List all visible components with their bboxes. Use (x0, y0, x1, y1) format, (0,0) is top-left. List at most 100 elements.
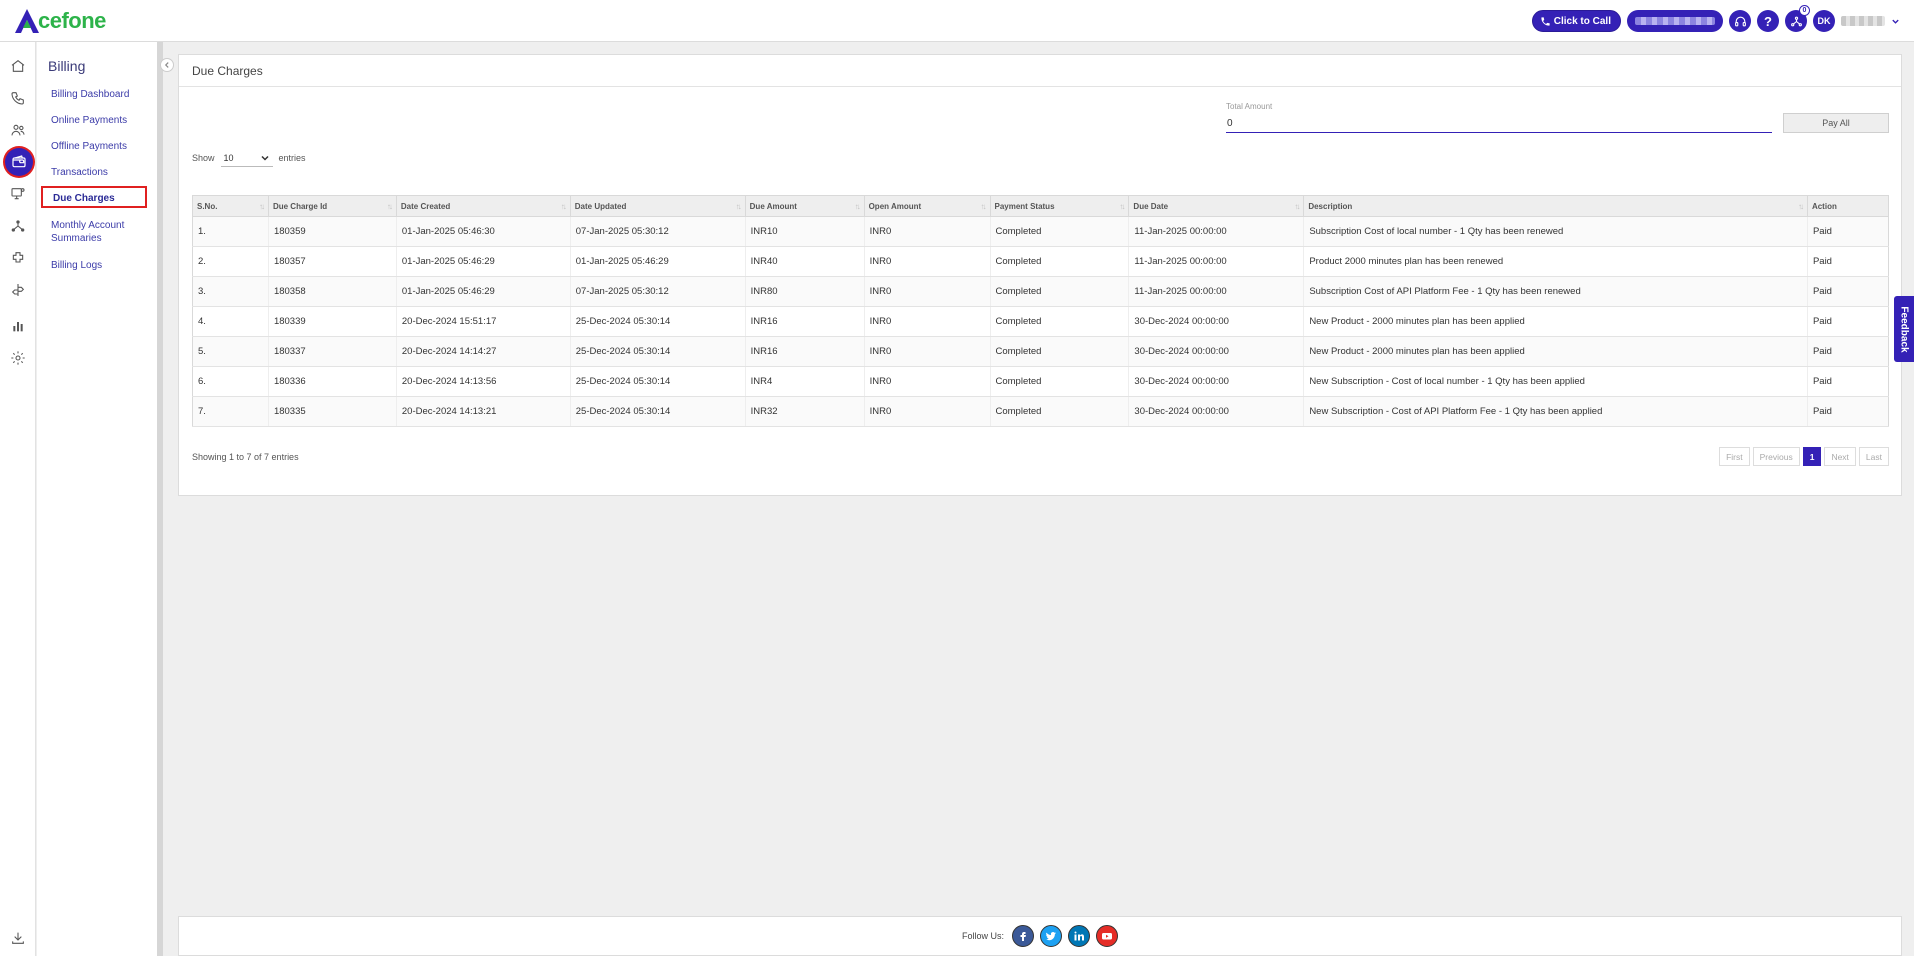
pagination-last[interactable]: Last (1858, 447, 1889, 466)
logo-text: cefone (38, 8, 106, 33)
rail-integrations[interactable] (8, 248, 28, 268)
phone-icon (1541, 16, 1550, 26)
click-to-call-button[interactable]: Click to Call (1531, 10, 1621, 32)
feedback-tab[interactable]: Feedback (1894, 296, 1914, 362)
sidebar-item-offline-payments[interactable]: Offline Payments (51, 140, 155, 153)
youtube-icon (1102, 933, 1112, 940)
cell-due-date: 30-Dec-2024 00:00:00 (1128, 396, 1305, 427)
billing-sidebar: Billing Billing Dashboard Online Payment… (37, 42, 163, 956)
cell-sno: 1. (192, 216, 269, 247)
pay-all-button[interactable]: Pay All (1783, 113, 1889, 133)
table-header-row: S.No. ↑↓ Due Charge Id ↑↓ Date Created ↑↓ D… (192, 195, 1890, 217)
rail-routing[interactable] (8, 280, 28, 300)
sidebar-item-monthly-account-summaries[interactable]: Monthly Account Summaries (51, 219, 155, 245)
cell-open-amount: INR0 (864, 306, 991, 337)
redacted-username[interactable] (1841, 16, 1885, 26)
rail-calls[interactable] (8, 88, 28, 108)
cell-action: Paid (1807, 306, 1890, 337)
facebook-link[interactable] (1012, 925, 1034, 947)
cell-due-charge-id: 180359 (268, 216, 397, 247)
column-header-date-updated[interactable]: Date Updated ↑↓ (569, 195, 746, 217)
column-header-due-date[interactable]: Due Date ↑↓ (1128, 195, 1305, 217)
icon-rail (0, 42, 36, 956)
cell-due-charge-id: 180357 (268, 246, 397, 277)
entries-label: entries (278, 153, 306, 163)
pagination-next[interactable]: Next (1824, 447, 1856, 466)
cell-due-date: 11-Jan-2025 00:00:00 (1128, 216, 1305, 247)
sidebar-item-online-payments[interactable]: Online Payments (51, 114, 155, 127)
cell-payment-status: Completed (990, 246, 1130, 277)
sort-icon: ↑↓ (854, 202, 861, 211)
due-charges-table: S.No. ↑↓ Due Charge Id ↑↓ Date Created ↑↓ D… (192, 195, 1890, 427)
cell-payment-status: Completed (990, 366, 1130, 397)
feedback-label: Feedback (1898, 305, 1910, 353)
cell-description: New Subscription - Cost of API Platform … (1303, 396, 1808, 427)
column-header-action: Action (1806, 195, 1890, 217)
rail-monitor[interactable] (8, 184, 28, 204)
chevron-down-icon[interactable] (1891, 17, 1900, 26)
youtube-link[interactable] (1096, 925, 1118, 947)
avatar[interactable]: DK (1813, 10, 1835, 32)
column-header-date-created[interactable]: Date Created ↑↓ (395, 195, 571, 217)
notifications-button[interactable]: 0 (1785, 5, 1810, 32)
cell-date-created: 01-Jan-2025 05:46:30 (396, 216, 571, 247)
rail-reports[interactable] (8, 316, 28, 336)
cell-date-updated: 25-Dec-2024 05:30:14 (570, 336, 746, 367)
cell-due-charge-id: 180336 (268, 366, 397, 397)
total-amount-input[interactable] (1226, 115, 1772, 133)
sidebar-collapse-button[interactable] (160, 58, 174, 72)
top-bar: cefone Click to Call ? 0 DK (0, 0, 1914, 42)
sidebar-item-transactions[interactable]: Transactions (51, 166, 155, 179)
rail-network[interactable] (8, 216, 28, 236)
download-icon[interactable] (10, 930, 26, 946)
column-header-due-charge-id[interactable]: Due Charge Id ↑↓ (267, 195, 397, 217)
rail-settings[interactable] (8, 348, 28, 368)
cell-description: Subscription Cost of local number - 1 Qt… (1303, 216, 1808, 247)
column-header-open-amount[interactable]: Open Amount ↑↓ (863, 195, 991, 217)
sort-icon: ↑↓ (1797, 202, 1804, 211)
pagination-first[interactable]: First (1719, 447, 1750, 466)
cell-sno: 2. (192, 246, 269, 277)
cell-date-updated: 25-Dec-2024 05:30:14 (570, 396, 746, 427)
sidebar-item-due-charges[interactable]: Due Charges (41, 186, 147, 208)
redacted-number (1635, 17, 1715, 25)
sort-icon: ↑↓ (386, 202, 393, 211)
caller-number-selector[interactable] (1627, 10, 1723, 32)
ticket-button[interactable] (1729, 10, 1751, 32)
column-header-description[interactable]: Description ↑↓ (1303, 195, 1808, 217)
linkedin-link[interactable] (1068, 925, 1090, 947)
cell-description: Subscription Cost of API Platform Fee - … (1303, 276, 1808, 307)
sidebar-item-billing-dashboard[interactable]: Billing Dashboard (51, 88, 155, 101)
pagination-previous[interactable]: Previous (1752, 447, 1800, 466)
cell-open-amount: INR0 (864, 396, 991, 427)
cell-date-updated: 07-Jan-2025 05:30:12 (570, 216, 746, 247)
column-header-due-amount[interactable]: Due Amount ↑↓ (744, 195, 865, 217)
help-button[interactable]: ? (1757, 10, 1779, 32)
rail-users[interactable] (8, 120, 28, 140)
rail-billing[interactable] (5, 148, 33, 176)
pagination-page-1[interactable]: 1 (1802, 447, 1822, 466)
home-icon (11, 59, 25, 72)
table-row: 1. 180359 01-Jan-2025 05:46:30 07-Jan-2025 … (192, 216, 1890, 247)
acefone-logo[interactable]: cefone (14, 6, 106, 36)
chevron-left-icon (164, 62, 169, 68)
gear-icon (11, 351, 25, 365)
sort-icon: ↑↓ (980, 202, 987, 211)
sidebar-item-billing-logs[interactable]: Billing Logs (51, 259, 155, 272)
entries-select[interactable]: 10 (220, 149, 273, 167)
cell-open-amount: INR0 (864, 276, 991, 307)
footer: Follow Us: (178, 916, 1902, 956)
rail-home[interactable] (8, 56, 28, 76)
show-label: Show (192, 153, 215, 163)
cell-payment-status: Completed (990, 306, 1130, 337)
cell-date-updated: 01-Jan-2025 05:46:29 (570, 246, 746, 277)
entries-length-control: Show 10 entries (192, 149, 306, 167)
cell-description: New Product - 2000 minutes plan has been… (1303, 336, 1808, 367)
column-header-payment-status[interactable]: Payment Status ↑↓ (989, 195, 1130, 217)
sort-icon: ↑↓ (1119, 202, 1125, 211)
column-header-sno[interactable]: S.No. ↑↓ (192, 195, 269, 217)
twitter-link[interactable] (1040, 925, 1062, 947)
header-actions: Click to Call ? 0 DK (1531, 5, 1900, 32)
cell-due-date: 11-Jan-2025 00:00:00 (1128, 276, 1305, 307)
cell-payment-status: Completed (990, 216, 1130, 247)
